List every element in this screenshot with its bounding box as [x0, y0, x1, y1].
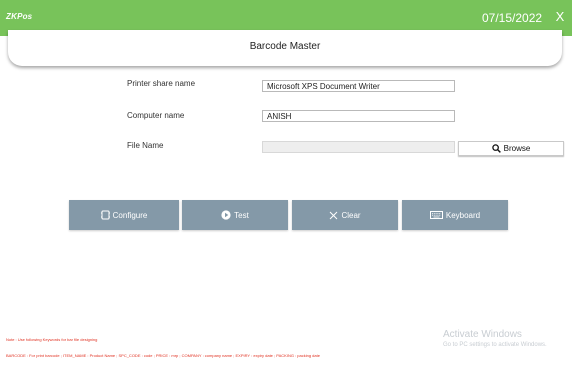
printer-share-name-label: Printer share name [127, 79, 196, 88]
configure-label: Configure [112, 210, 148, 220]
browse-label: Browse [503, 144, 531, 153]
keywords-note: Note : Use following Keywords for bar fi… [6, 337, 98, 342]
clear-button[interactable]: Clear [292, 200, 398, 230]
keyboard-icon [429, 211, 443, 219]
computer-name-label: Computer name [127, 111, 185, 120]
browse-button[interactable]: Browse [458, 141, 564, 156]
computer-name-input[interactable]: ANISH [262, 110, 455, 122]
search-icon [491, 144, 501, 153]
keyboard-label: Keyboard [445, 210, 481, 220]
test-label: Test [234, 210, 249, 220]
file-name-label: File Name [127, 141, 164, 150]
play-icon [221, 210, 231, 220]
activation-watermark-subtitle: Go to PC settings to activate Windows. [443, 342, 547, 348]
date-display: 07/15/2022 [482, 11, 543, 25]
title-card: Barcode Master [8, 30, 562, 66]
close-icon [329, 211, 338, 220]
keyboard-button[interactable]: Keyboard [402, 200, 508, 230]
activation-watermark-title: Activate Windows [443, 329, 522, 340]
clear-label: Clear [341, 210, 361, 220]
printer-share-name-input[interactable]: Microsoft XPS Document Writer [262, 80, 455, 92]
keywords-list: BARCODE : For print barcode ; ITEM_NAME … [6, 353, 320, 358]
close-button[interactable]: X [553, 9, 567, 25]
app-logo: ZKPos [6, 12, 33, 21]
page-title: Barcode Master [249, 41, 321, 52]
test-button[interactable]: Test [182, 200, 288, 230]
configure-button[interactable]: Configure [69, 200, 179, 230]
file-name-input[interactable] [262, 141, 455, 153]
configure-icon [100, 210, 110, 220]
